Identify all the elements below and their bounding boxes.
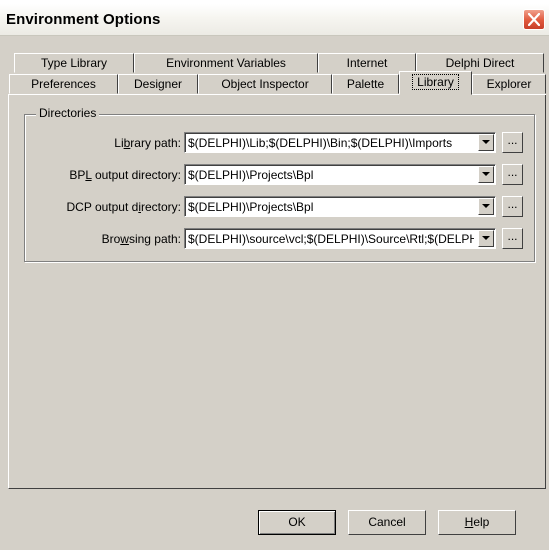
tab-explorer[interactable]: Explorer [472,74,546,94]
library-path-browse-button[interactable]: ... [502,132,523,153]
tab-delphi-direct[interactable]: Delphi Direct [416,53,544,73]
bpl-output-directory-dropdown-button[interactable] [478,166,494,183]
chevron-down-icon [482,236,490,240]
library-path-label: Library path: [114,136,181,150]
bpl-output-directory-browse-button[interactable]: ... [502,164,523,185]
dcp-output-directory-dropdown-button[interactable] [478,198,494,215]
tab-preferences[interactable]: Preferences [9,74,118,94]
chevron-down-icon [482,172,490,176]
directories-group-label: Directories [36,106,100,120]
bpl-output-directory-label: BPL output directory: [69,168,181,182]
tab-type-library[interactable]: Type Library [14,53,134,73]
library-path-value: $(DELPHI)\Lib;$(DELPHI)\Bin;$(DELPHI)\Im… [188,136,453,150]
tab-environment-variables[interactable]: Environment Variables [134,53,318,73]
chevron-down-icon [482,140,490,144]
close-button[interactable] [523,9,545,30]
chevron-down-icon [482,204,490,208]
library-path-dropdown-button[interactable] [478,134,494,151]
tab-designer[interactable]: Designer [118,74,198,94]
help-button[interactable]: Help [438,510,516,535]
tab-internet[interactable]: Internet [318,53,416,73]
browsing-path-browse-button[interactable]: ... [502,228,523,249]
window-title: Environment Options [6,11,161,28]
cancel-button[interactable]: Cancel [348,510,426,535]
tab-palette[interactable]: Palette [332,74,399,94]
browsing-path-dropdown-button[interactable] [478,230,494,247]
close-icon [528,13,540,26]
title-bar[interactable]: Environment Options [0,4,549,36]
dcp-output-directory-combo[interactable]: $(DELPHI)\Projects\Bpl [184,196,496,217]
library-path-combo[interactable]: $(DELPHI)\Lib;$(DELPHI)\Bin;$(DELPHI)\Im… [184,132,496,153]
dcp-output-directory-browse-button[interactable]: ... [502,196,523,217]
dcp-output-directory-label: DCP output directory: [66,200,181,214]
tab-object-inspector[interactable]: Object Inspector [198,74,332,94]
ok-button[interactable]: OK [258,510,336,535]
tab-library[interactable]: Library [399,71,472,95]
browsing-path-label: Browsing path: [101,232,181,246]
dcp-output-directory-value: $(DELPHI)\Projects\Bpl [188,200,314,214]
browsing-path-value: $(DELPHI)\source\vcl;$(DELPHI)\Source\Rt… [188,232,474,246]
bpl-output-directory-combo[interactable]: $(DELPHI)\Projects\Bpl [184,164,496,185]
bpl-output-directory-value: $(DELPHI)\Projects\Bpl [188,168,314,182]
browsing-path-combo[interactable]: $(DELPHI)\source\vcl;$(DELPHI)\Source\Rt… [184,228,496,249]
